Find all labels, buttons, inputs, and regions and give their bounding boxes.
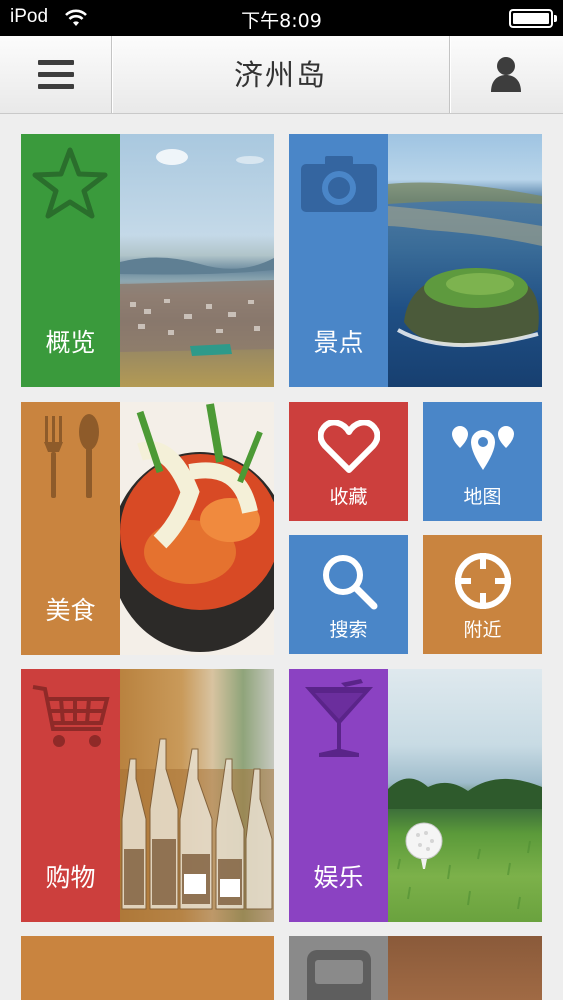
- heart-icon: [317, 420, 380, 473]
- tile-food[interactable]: 美食: [21, 402, 274, 655]
- search-icon: [322, 555, 377, 610]
- crater-island-photo: [388, 134, 542, 387]
- tile-map-label: 地图: [463, 486, 502, 508]
- cart-icon: [32, 685, 110, 747]
- tile-overview[interactable]: 概览: [21, 134, 274, 387]
- battery-icon: [509, 9, 557, 28]
- tile-food-label: 美食: [45, 596, 96, 625]
- hamburger-icon: [38, 60, 74, 65]
- page-title: 济州岛: [233, 58, 327, 92]
- kimchi-stew-photo: [120, 402, 274, 655]
- tile-leisure-label: 娱乐: [313, 863, 364, 892]
- island-town-photo: [120, 134, 274, 387]
- tile-search-label: 搜索: [329, 619, 368, 641]
- cocktail-icon: [305, 679, 373, 757]
- tile-partial-right[interactable]: [289, 936, 542, 1000]
- tile-map[interactable]: 地图: [423, 402, 542, 521]
- map-pin-icon: [451, 426, 514, 470]
- tile-overview-label: 概览: [45, 328, 96, 357]
- status-bar: iPod 下午8:09: [0, 0, 563, 36]
- clock: 下午8:09: [241, 10, 322, 32]
- bottles-shop-photo: [120, 669, 274, 922]
- tile-sights[interactable]: 景点: [289, 134, 542, 387]
- tile-nearby-label: 附近: [463, 619, 502, 641]
- profile-button[interactable]: [450, 36, 563, 114]
- tile-nearby[interactable]: 附近: [423, 535, 542, 654]
- tile-partial-left[interactable]: [21, 936, 274, 1000]
- tile-search[interactable]: 搜索: [289, 535, 408, 654]
- tile-favorites-label: 收藏: [329, 486, 368, 508]
- tile-favorites[interactable]: 收藏: [289, 402, 408, 521]
- partial-photo: [388, 936, 542, 1000]
- user-icon: [491, 57, 521, 92]
- golf-ball-photo: [388, 669, 542, 922]
- menu-button[interactable]: [0, 36, 111, 114]
- nav-bar: 济州岛: [0, 36, 563, 114]
- fork-spoon-icon: [44, 414, 99, 498]
- crosshair-icon: [454, 553, 511, 609]
- camera-icon: [301, 156, 377, 212]
- tile-shopping-label: 购物: [45, 863, 96, 892]
- tile-leisure[interactable]: 娱乐: [289, 669, 542, 922]
- tile-sights-label: 景点: [313, 328, 364, 357]
- bus-icon: [307, 950, 371, 1000]
- tile-shopping[interactable]: 购物: [21, 669, 274, 922]
- star-icon: [32, 147, 108, 219]
